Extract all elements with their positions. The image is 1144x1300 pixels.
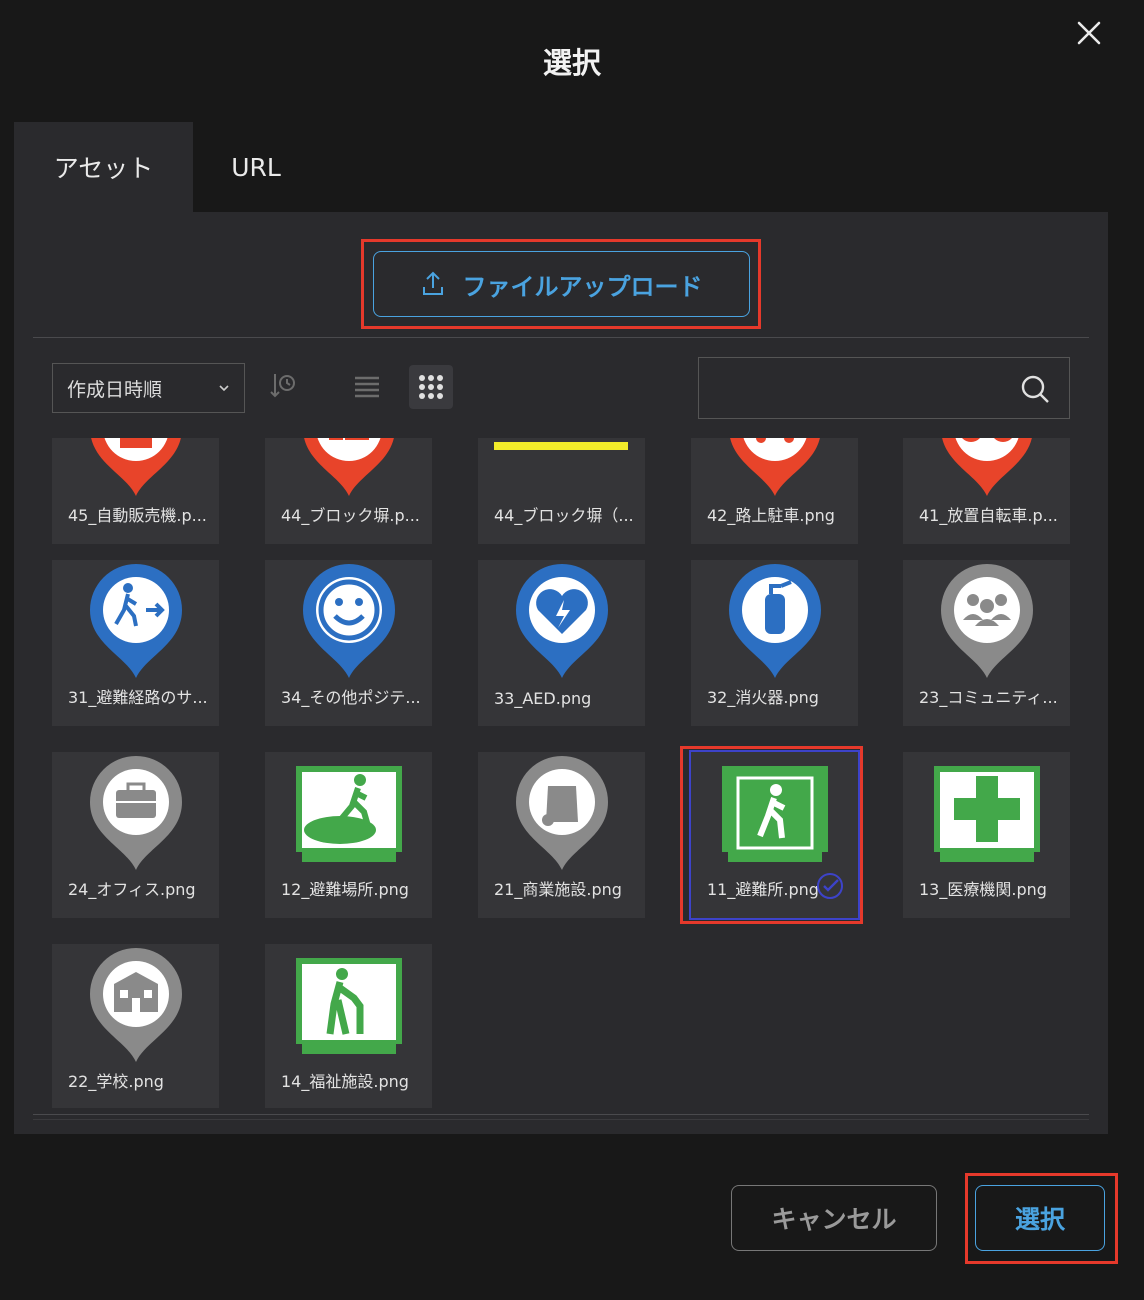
grid-view-icon (419, 375, 443, 399)
close-button[interactable] (1072, 16, 1106, 50)
shelter-sign-icon (691, 752, 858, 880)
asset-card-label: 33_AED.png (494, 689, 592, 708)
asset-card[interactable]: 13_医療機関.png (903, 752, 1070, 918)
asset-card-label: 32_消火器.png (707, 688, 819, 707)
file-upload-button[interactable]: ファイルアップロード (373, 251, 750, 317)
select-button[interactable]: 選択 (975, 1185, 1105, 1251)
asset-card[interactable]: 33_AED.png (478, 560, 645, 726)
asset-card[interactable]: 45_自動販売機.p... (52, 438, 219, 544)
evacuation-route-pin-icon (52, 560, 219, 688)
search-box (698, 357, 1070, 419)
tab-bar: アセット URL (14, 122, 319, 212)
office-pin-icon (52, 752, 219, 880)
asset-card-label: 41_放置自転車.p... (919, 506, 1058, 525)
asset-card-label: 23_コミュニティ... (919, 688, 1058, 707)
asset-card[interactable]: 12_避難場所.png (265, 752, 432, 918)
asset-card[interactable]: 42_路上駐車.png (691, 438, 858, 544)
sort-by-time-icon (270, 374, 295, 398)
asset-grid: 45_自動販売機.p... 44_ブロック塀.p... 44_ブロック塀（... 42… (52, 438, 1082, 1108)
asset-card[interactable]: 24_オフィス.png (52, 752, 219, 918)
close-icon (1077, 21, 1101, 45)
tab-assets[interactable]: アセット (14, 122, 193, 212)
school-pin-icon (52, 944, 219, 1072)
welfare-sign-icon (265, 944, 432, 1072)
check-circle-icon (816, 872, 844, 904)
asset-card[interactable]: 31_避難経路のサ... (52, 560, 219, 726)
search-input[interactable] (699, 358, 1009, 418)
asset-card[interactable]: 23_コミュニティ... (903, 560, 1070, 726)
aed-pin-icon (478, 560, 645, 688)
asset-card[interactable]: 41_放置自転車.p... (903, 438, 1070, 544)
page-title: 選択 (542, 46, 601, 80)
block-wall-pin-icon (265, 438, 432, 506)
parked-car-pin-icon (691, 438, 858, 506)
block-wall-line-icon (478, 438, 645, 506)
commercial-pin-icon (478, 752, 645, 880)
asset-card-label: 34_その他ポジテ... (281, 688, 421, 707)
asset-card[interactable]: 44_ブロック塀.p... (265, 438, 432, 544)
fire-extinguisher-pin-icon (691, 560, 858, 688)
asset-card-label: 42_路上駐車.png (707, 506, 835, 525)
upload-icon (422, 271, 443, 295)
divider-top (33, 337, 1089, 338)
tab-url[interactable]: URL (193, 122, 319, 212)
file-upload-label: ファイルアップロード (462, 272, 703, 301)
grid-view-button[interactable] (409, 365, 453, 409)
asset-card-label: 13_医療機関.png (919, 880, 1047, 899)
cancel-button[interactable]: キャンセル (731, 1185, 937, 1251)
asset-card[interactable]: 14_福祉施設.png (265, 944, 432, 1108)
asset-card-label: 45_自動販売機.p... (68, 506, 207, 525)
asset-card-selected[interactable]: 11_避難所.png (689, 750, 860, 920)
list-view-button[interactable] (345, 365, 389, 409)
chevron-down-icon (219, 385, 229, 392)
asset-card[interactable]: 21_商業施設.png (478, 752, 645, 918)
list-view-icon (355, 376, 379, 398)
asset-panel: ファイルアップロード 作成日時順 45_自動販売機.p... 44_ブロック塀.… (14, 212, 1108, 1134)
community-pin-icon (903, 560, 1070, 688)
asset-card-label: 44_ブロック塀（... (494, 506, 634, 525)
asset-card-label: 21_商業施設.png (494, 880, 622, 899)
smile-pin-icon (265, 560, 432, 688)
asset-card-label: 44_ブロック塀.p... (281, 506, 420, 525)
asset-card[interactable]: 44_ブロック塀（... (478, 438, 645, 544)
asset-card-label: 31_避難経路のサ... (68, 688, 208, 707)
bicycle-pin-icon (903, 438, 1070, 506)
sort-direction-button[interactable] (260, 364, 304, 408)
sort-select[interactable]: 作成日時順 (52, 363, 245, 413)
vending-machine-pin-icon (52, 438, 219, 506)
asset-card[interactable]: 32_消火器.png (691, 560, 858, 726)
asset-card-label: 12_避難場所.png (281, 880, 409, 899)
asset-card-label: 14_福祉施設.png (281, 1072, 409, 1091)
asset-card-label: 22_学校.png (68, 1072, 164, 1091)
divider-bottom (33, 1114, 1089, 1115)
search-icon[interactable] (1019, 373, 1051, 405)
asset-card-label: 24_オフィス.png (68, 880, 196, 899)
asset-card[interactable]: 34_その他ポジテ... (265, 560, 432, 726)
scrollbar-track[interactable] (33, 1119, 1089, 1120)
sort-select-value: 作成日時順 (67, 378, 163, 401)
evacuation-area-sign-icon (265, 752, 432, 880)
medical-sign-icon (903, 752, 1070, 880)
asset-card[interactable]: 22_学校.png (52, 944, 219, 1108)
